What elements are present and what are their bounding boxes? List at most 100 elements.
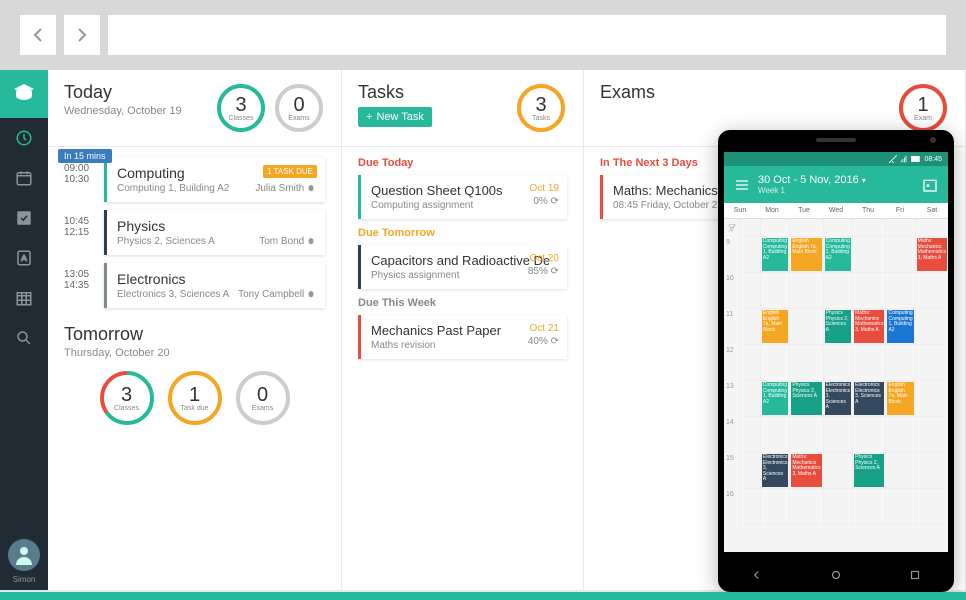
sidebar: A Simon — [0, 70, 48, 590]
app-logo[interactable] — [0, 70, 48, 118]
sidebar-tasks-icon[interactable] — [0, 198, 48, 238]
android-back-icon[interactable] — [750, 568, 764, 582]
browser-chrome — [0, 0, 966, 70]
class-location: Physics 2, Sciences A — [117, 236, 215, 247]
today-date: Wednesday, October 19 — [64, 105, 205, 117]
stat-ring: 1Exam — [897, 82, 949, 134]
task-due-date: Oct 21 — [528, 323, 559, 334]
phone-class-block[interactable]: Physics Physics 2, Sciences A — [791, 382, 821, 415]
android-recent-icon[interactable] — [908, 568, 922, 582]
tomorrow-title: Tomorrow — [64, 324, 325, 345]
stat-ring: 0Exams — [273, 82, 325, 134]
phone-hour-label: 16 — [724, 489, 740, 525]
task-progress: 85% ⟳ — [528, 266, 559, 277]
phone-class-block[interactable]: Maths: Mechanics Mathematics 3, Maths A — [791, 454, 821, 487]
phone-class-block[interactable]: English English 7a, Main Block — [791, 238, 821, 271]
new-task-button[interactable]: +New Task — [358, 107, 432, 127]
phone-hour-label: 9 — [724, 237, 740, 273]
stat-ring: 0Exams — [234, 369, 292, 427]
phone-class-block[interactable]: Physics Physics 2, Sciences A — [854, 454, 884, 487]
svg-text:A: A — [21, 253, 26, 262]
phone-day-header[interactable]: Mon — [756, 203, 788, 218]
phone-nav-bar — [718, 568, 954, 582]
task-due-badge: 1 TASK DUE — [263, 165, 317, 178]
class-teacher: Tom Bond — [259, 236, 315, 247]
phone-class-block[interactable]: Computing Computing 1, Building A2 — [825, 238, 851, 271]
task-group-label: Due Today — [358, 157, 567, 169]
stat-ring: 3Tasks — [515, 82, 567, 134]
phone-class-block[interactable]: Electronics Electronics 3, Sciences A — [825, 382, 851, 415]
today-column: Today Wednesday, October 19 3Classes 0Ex… — [48, 70, 342, 590]
calendar-today-icon[interactable] — [922, 177, 938, 193]
phone-class-block[interactable]: Maths: Mechanics Mathematics 3, Maths A — [854, 310, 884, 343]
task-progress: 0% ⟳ — [530, 196, 559, 207]
stat-ring: 1Task due — [166, 369, 224, 427]
exams-title: Exams — [600, 82, 887, 103]
phone-class-block[interactable]: Computing Computing 1, Building A2 — [887, 310, 913, 343]
sidebar-exams-icon[interactable]: A — [0, 238, 48, 278]
phone-day-header[interactable]: Fri — [884, 203, 916, 218]
phone-week-range[interactable]: 30 Oct - 5 Nov, 2016 — [758, 174, 859, 186]
task-progress: 40% ⟳ — [528, 336, 559, 347]
phone-class-block[interactable]: Electronics Electronics 3, Sciences A — [762, 454, 788, 487]
phone-hour-label: 15 — [724, 453, 740, 489]
phone-week-label: Week 1 — [758, 186, 914, 195]
task-due-date: Oct 20 — [528, 253, 559, 264]
phone-hour-label: 11 — [724, 309, 740, 345]
class-name: Electronics — [117, 271, 315, 287]
task-group-label: Due This Week — [358, 297, 567, 309]
phone-device: 08:45 30 Oct - 5 Nov, 2016 ▾ Week 1 SunM… — [718, 130, 954, 592]
nav-back-button[interactable] — [20, 15, 56, 55]
sidebar-search-icon[interactable] — [0, 318, 48, 358]
phone-day-header[interactable]: Sat — [916, 203, 948, 218]
phone-hour-label: 12 — [724, 345, 740, 381]
url-bar[interactable] — [108, 15, 946, 55]
phone-day-header[interactable]: Tue — [788, 203, 820, 218]
hamburger-icon[interactable] — [734, 177, 750, 193]
class-row[interactable]: 10:4512:15 Physics Physics 2, Sciences A… — [64, 210, 325, 255]
phone-hour-label: 10 — [724, 273, 740, 309]
phone-class-block[interactable]: Maths: Mechanics Mathematics 3, Maths A — [917, 238, 947, 271]
stat-ring: 3Classes — [98, 369, 156, 427]
phone-class-block[interactable]: Electronics Electronics 3, Sciences A — [854, 382, 884, 415]
phone-day-header[interactable]: Wed — [820, 203, 852, 218]
class-times: 13:0514:35 — [64, 263, 104, 308]
class-location: Electronics 3, Sciences A — [117, 289, 229, 300]
class-teacher: Julia Smith — [255, 183, 315, 194]
task-group-label: Due Tomorrow — [358, 227, 567, 239]
phone-class-block[interactable]: English English 7a, Main Block — [762, 310, 788, 343]
class-row[interactable]: 13:0514:35 Electronics Electronics 3, Sc… — [64, 263, 325, 308]
today-title: Today — [64, 82, 205, 103]
task-due-date: Oct 19 — [530, 183, 559, 194]
phone-class-block[interactable]: Computing Computing 1, Building A2 — [762, 382, 788, 415]
phone-class-block[interactable]: Computing Computing 1, Building A2 — [762, 238, 788, 271]
task-card[interactable]: Oct 190% ⟳ Question Sheet Q100s Computin… — [358, 175, 567, 219]
phone-class-block[interactable]: Physics Physics 2, Sciences A — [825, 310, 851, 343]
task-card[interactable]: Oct 2085% ⟳ Capacitors and Radioactive D… — [358, 245, 567, 289]
task-card[interactable]: Oct 2140% ⟳ Mechanics Past Paper Maths r… — [358, 315, 567, 359]
class-times: 10:4512:15 — [64, 210, 104, 255]
android-home-icon[interactable] — [829, 568, 843, 582]
tomorrow-date: Thursday, October 20 — [64, 347, 325, 359]
class-teacher: Tony Campbell — [238, 289, 315, 300]
class-row[interactable]: 09:0010:30 1 TASK DUE Computing Computin… — [64, 157, 325, 202]
filter-icon[interactable] — [727, 223, 737, 233]
phone-clock: 08:45 — [924, 156, 942, 163]
time-until-badge: In 15 mins — [58, 149, 112, 163]
user-avatar[interactable] — [8, 539, 40, 571]
sidebar-schedule-icon[interactable] — [0, 278, 48, 318]
nav-forward-button[interactable] — [64, 15, 100, 55]
phone-class-block[interactable]: English English 7a, Main Block — [887, 382, 913, 415]
phone-header: 30 Oct - 5 Nov, 2016 ▾ Week 1 — [724, 166, 948, 203]
sidebar-calendar-icon[interactable] — [0, 158, 48, 198]
phone-hour-label: 13 — [724, 381, 740, 417]
phone-status-bar: 08:45 — [724, 152, 948, 166]
class-name: Physics — [117, 218, 315, 234]
phone-day-header[interactable]: Thu — [852, 203, 884, 218]
footer-bar — [0, 592, 966, 600]
tasks-title: Tasks — [358, 82, 505, 103]
sidebar-dashboard-icon[interactable] — [0, 118, 48, 158]
username-label: Simon — [13, 575, 36, 584]
tasks-column: Tasks +New Task 3Tasks Due Today Oct 19 0… — [342, 70, 584, 590]
phone-day-header[interactable]: Sun — [724, 203, 756, 218]
